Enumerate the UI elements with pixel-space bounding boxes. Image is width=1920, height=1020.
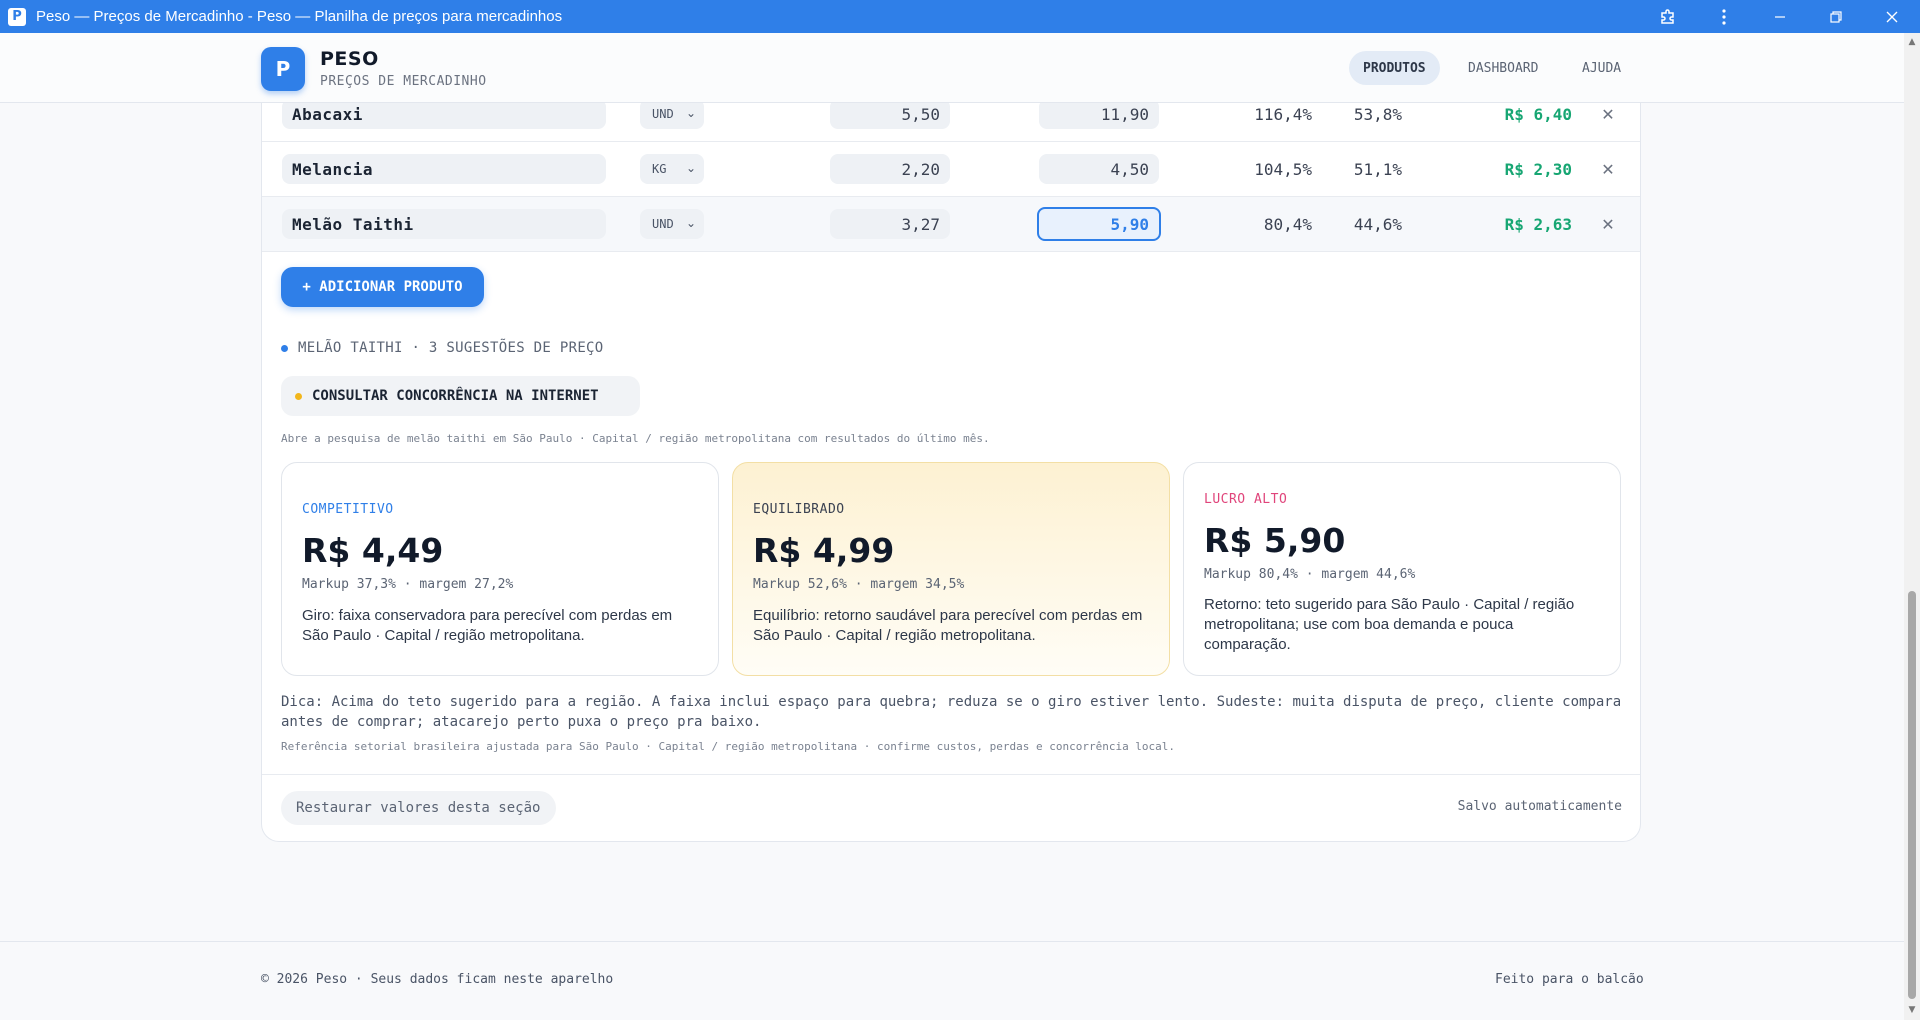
price-input[interactable]: 4,50 xyxy=(1039,154,1159,184)
window-controls xyxy=(1640,0,1920,33)
vertical-scrollbar[interactable]: ▲ ▼ xyxy=(1904,33,1920,1020)
reference-note: Referência setorial brasileira ajustada … xyxy=(281,740,1176,753)
chevron-down-icon: ⌄ xyxy=(685,161,696,175)
markup-value: 104,5% xyxy=(1254,160,1312,179)
consult-button-label: CONSULTAR CONCORRÊNCIA NA INTERNET xyxy=(312,388,599,404)
scroll-down-icon[interactable]: ▼ xyxy=(1907,1005,1917,1015)
profit-value: R$ 2,63 xyxy=(1504,215,1572,234)
consult-note: Abre a pesquisa de melão taithi em São P… xyxy=(281,432,990,445)
suggestion-stats: Markup 80,4% · margem 44,6% xyxy=(1204,567,1416,582)
table-row-selected: Melão Taithi UND ⌄ 3,27 5,90 80,4% 44,6% … xyxy=(262,197,1640,252)
margin-value: 44,6% xyxy=(1353,215,1402,234)
cost-input[interactable]: 2,20 xyxy=(830,154,950,184)
price-input-focused[interactable]: 5,90 xyxy=(1037,207,1161,241)
unit-value: UND xyxy=(652,107,674,121)
suggestion-card-competitive[interactable]: COMPETITIVO R$ 4,49 Markup 37,3% · marge… xyxy=(281,462,719,676)
suggestion-card-high-profit[interactable]: LUCRO ALTO R$ 5,90 Markup 80,4% · margem… xyxy=(1183,462,1621,676)
footer-copyright: © 2026 Peso · Seus dados ficam neste apa… xyxy=(261,972,614,987)
suggestion-description: Giro: faixa conservadora para perecível … xyxy=(302,607,673,644)
window-titlebar: P Peso — Preços de Mercadinho - Peso — P… xyxy=(0,0,1920,33)
chevron-down-icon: ⌄ xyxy=(685,106,696,120)
unit-select[interactable]: UND ⌄ xyxy=(640,99,704,129)
menu-dots-icon[interactable] xyxy=(1696,0,1752,33)
bullet-dot-icon xyxy=(281,344,288,352)
brand-name: PESO xyxy=(320,48,379,70)
unit-value: KG xyxy=(652,162,667,176)
nav-produtos[interactable]: PRODUTOS xyxy=(1349,51,1440,85)
product-name-input[interactable]: Melão Taithi xyxy=(282,209,606,239)
suggestion-label: EQUILIBRADO xyxy=(753,502,845,517)
unit-select[interactable]: UND ⌄ xyxy=(640,209,704,239)
suggestion-stats: Markup 37,3% · margem 27,2% xyxy=(302,577,514,592)
nav-dashboard[interactable]: DASHBOARD xyxy=(1454,51,1552,85)
suggestion-price: R$ 5,90 xyxy=(1204,521,1346,560)
table-row: Melancia KG ⌄ 2,20 4,50 104,5% 51,1% R$ 2… xyxy=(262,142,1640,197)
card-footer: Restaurar valores desta seção Salvo auto… xyxy=(262,774,1640,840)
restore-icon[interactable] xyxy=(1808,0,1864,33)
product-name-input[interactable]: Melancia xyxy=(282,154,606,184)
profit-value: R$ 2,30 xyxy=(1504,160,1572,179)
close-icon[interactable] xyxy=(1864,0,1920,33)
suggestion-description: Equilíbrio: retorno saudável para perecí… xyxy=(753,607,1143,644)
extension-icon[interactable] xyxy=(1640,0,1696,33)
scroll-up-icon[interactable]: ▲ xyxy=(1907,37,1917,47)
add-product-button[interactable]: + ADICIONAR PRODUTO xyxy=(281,267,484,307)
price-input[interactable]: 11,90 xyxy=(1039,99,1159,129)
app-header: P PESO PREÇOS DE MERCADINHO PRODUTOS DAS… xyxy=(0,33,1904,103)
suggestion-price: R$ 4,99 xyxy=(753,531,895,570)
suggestion-price: R$ 4,49 xyxy=(302,531,444,570)
page-footer: © 2026 Peso · Seus dados ficam neste apa… xyxy=(0,941,1904,1020)
suggestion-label: COMPETITIVO xyxy=(302,502,394,517)
unit-value: UND xyxy=(652,217,674,231)
product-name-input[interactable]: Abacaxi xyxy=(282,99,606,129)
remove-product-icon[interactable]: ✕ xyxy=(1598,142,1618,197)
suggestion-card-balanced[interactable]: EQUILIBRADO R$ 4,99 Markup 52,6% · marge… xyxy=(732,462,1170,676)
nav-ajuda[interactable]: AJUDA xyxy=(1568,51,1635,85)
scrollbar-thumb[interactable] xyxy=(1908,591,1916,999)
margin-value: 51,1% xyxy=(1353,160,1402,179)
suggestion-description: Retorno: teto sugerido para São Paulo · … xyxy=(1204,596,1575,653)
window-title: Peso — Preços de Mercadinho - Peso — Pla… xyxy=(36,8,563,25)
pricing-tip: Dica: Acima do teto sugerido para a regi… xyxy=(281,694,1622,730)
brand-subtitle: PREÇOS DE MERCADINHO xyxy=(320,74,487,89)
minimize-icon[interactable] xyxy=(1752,0,1808,33)
remove-product-icon[interactable]: ✕ xyxy=(1598,197,1618,252)
logo[interactable]: P xyxy=(261,47,305,91)
chevron-down-icon: ⌄ xyxy=(685,216,696,230)
cost-input[interactable]: 5,50 xyxy=(830,99,950,129)
consult-competition-button[interactable]: CONSULTAR CONCORRÊNCIA NA INTERNET xyxy=(281,376,640,416)
restore-section-button[interactable]: Restaurar valores desta seção xyxy=(281,791,556,825)
status-dot-icon xyxy=(295,392,302,400)
footer-tagline: Feito para o balcão xyxy=(1495,972,1644,987)
app-icon: P xyxy=(8,7,26,26)
suggestion-label: LUCRO ALTO xyxy=(1204,492,1288,507)
cost-input[interactable]: 3,27 xyxy=(830,209,950,239)
products-card: Abacaxi UND ⌄ 5,50 11,90 116,4% 53,8% R$ … xyxy=(261,80,1641,842)
autosave-status: Salvo automaticamente xyxy=(1457,799,1622,814)
suggestion-stats: Markup 52,6% · margem 34,5% xyxy=(753,577,965,592)
suggestions-heading: MELÃO TAITHI · 3 SUGESTÕES DE PREÇO xyxy=(281,340,604,356)
suggestions-title: MELÃO TAITHI · 3 SUGESTÕES DE PREÇO xyxy=(298,340,604,356)
markup-value: 80,4% xyxy=(1263,215,1312,234)
unit-select[interactable]: KG ⌄ xyxy=(640,154,704,184)
